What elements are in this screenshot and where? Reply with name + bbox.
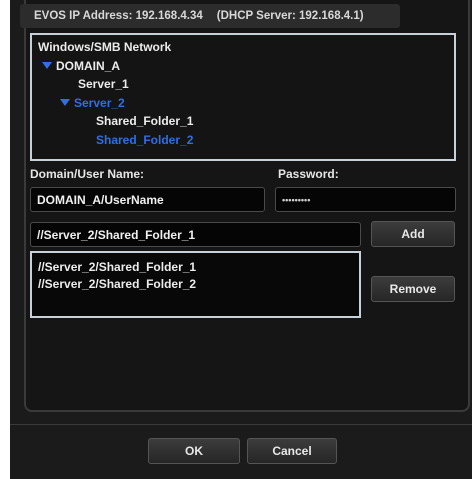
tree-domain-a[interactable]: DOMAIN_A (38, 57, 448, 76)
tree-shared-folder-2[interactable]: Shared_Folder_2 (38, 131, 448, 150)
tree-domain-label: DOMAIN_A (56, 58, 121, 73)
network-tree[interactable]: Windows/SMB Network DOMAIN_A Server_1 Se… (30, 33, 456, 161)
list-item[interactable]: //Server_2/Shared_Folder_2 (38, 276, 353, 293)
footer-divider (10, 424, 472, 425)
password-label: Password: (278, 167, 339, 181)
tree-server-2[interactable]: Server_2 (38, 94, 448, 113)
share-path-input[interactable]: //Server_2/Shared_Folder_1 (30, 222, 361, 247)
dhcp-server-text: (DHCP Server: 192.168.4.1) (216, 10, 364, 22)
tree-server-2-label: Server_2 (74, 95, 125, 110)
tree-root[interactable]: Windows/SMB Network (38, 38, 448, 57)
tree-server-1[interactable]: Server_1 (38, 75, 448, 94)
triangle-down-icon[interactable] (42, 61, 52, 69)
tree-shared-folder-1[interactable]: Shared_Folder_1 (38, 112, 448, 131)
ok-button[interactable]: OK (148, 438, 240, 464)
password-input[interactable]: ••••••••• (275, 187, 456, 212)
cancel-button[interactable]: Cancel (247, 438, 337, 464)
ip-address-bar: EVOS IP Address: 192.168.4.34 (DHCP Serv… (20, 4, 400, 28)
add-button[interactable]: Add (371, 221, 455, 247)
list-item[interactable]: //Server_2/Shared_Folder_1 (38, 259, 353, 276)
ip-address-text: EVOS IP Address: 192.168.4.34 (34, 10, 203, 22)
remove-button[interactable]: Remove (371, 276, 455, 302)
triangle-down-icon[interactable] (60, 98, 70, 106)
domain-user-input[interactable]: DOMAIN_A/UserName (30, 187, 265, 212)
domain-user-label: Domain/User Name: (30, 167, 145, 181)
shares-list[interactable]: //Server_2/Shared_Folder_1 //Server_2/Sh… (30, 251, 361, 318)
